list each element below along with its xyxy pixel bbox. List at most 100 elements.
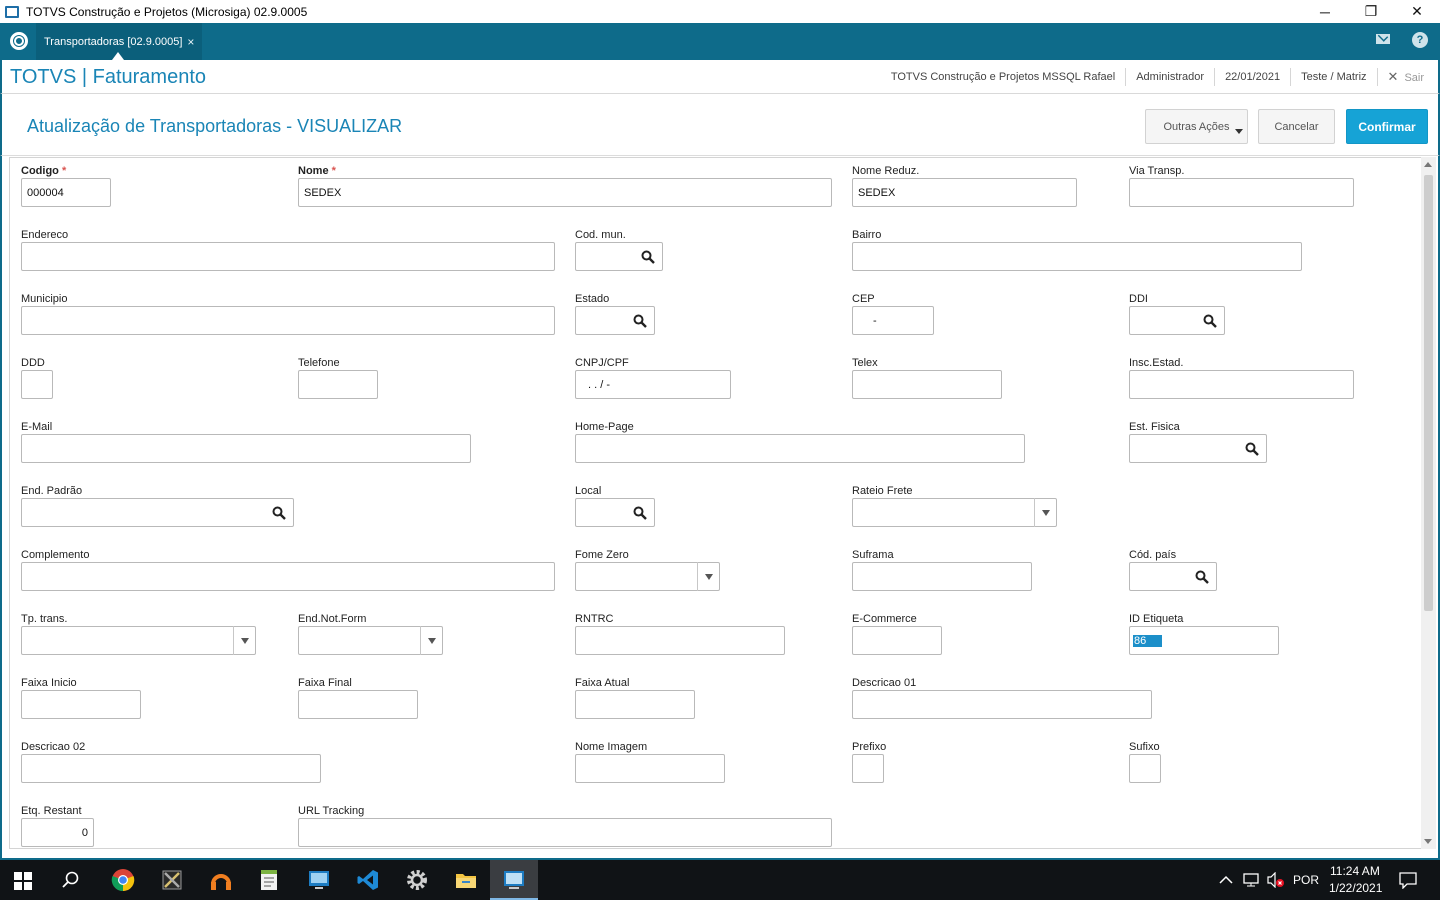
etq-restant-input[interactable]: 0	[21, 818, 94, 847]
windows-start-icon[interactable]	[14, 872, 32, 890]
id-etiqueta-input[interactable]: 86	[1129, 626, 1279, 655]
field-label: Nome Imagem	[575, 741, 648, 753]
codigo-input[interactable]: 000004	[21, 178, 111, 207]
more-actions-button[interactable]: Outras Ações	[1145, 109, 1248, 144]
suframa-input[interactable]	[852, 562, 1032, 591]
scroll-thumb[interactable]	[1424, 175, 1433, 611]
field-label: End. Padrão	[21, 485, 83, 497]
cancel-button[interactable]: Cancelar	[1258, 109, 1335, 144]
scroll-up-icon[interactable]	[1424, 162, 1432, 167]
os-taskbar: POR 11:24 AM 1/22/2021	[0, 860, 1440, 900]
search-icon[interactable]	[641, 250, 655, 264]
field-label: Insc.Estad.	[1129, 357, 1184, 369]
prefixo-input[interactable]	[852, 754, 884, 783]
faixa-inicio-input[interactable]	[21, 690, 141, 719]
search-icon[interactable]	[62, 871, 80, 889]
notepad-icon[interactable]	[258, 868, 282, 892]
telex-input[interactable]	[852, 370, 1002, 399]
descricao-02-input[interactable]	[21, 754, 321, 783]
chrome-icon[interactable]	[111, 868, 135, 892]
clock-date[interactable]: 1/22/2021	[1329, 881, 1382, 895]
nome-imagem-input[interactable]	[575, 754, 725, 783]
field-label: ID Etiqueta	[1129, 613, 1184, 625]
logout-label: Sair	[1404, 71, 1424, 84]
required-marker: *	[331, 165, 336, 177]
orange-app-icon[interactable]	[209, 868, 233, 892]
confirm-button[interactable]: Confirmar	[1346, 109, 1428, 144]
more-actions-label: Outras Ações	[1163, 120, 1230, 133]
branch-name[interactable]: Teste / Matriz	[1301, 71, 1366, 83]
email-input[interactable]	[21, 434, 471, 463]
chevron-down-icon[interactable]	[420, 626, 442, 655]
folder-icon[interactable]	[454, 868, 478, 892]
volume-muted-icon[interactable]	[1266, 872, 1286, 888]
page-title: Atualização de Transportadoras - VISUALI…	[27, 116, 403, 136]
endereco-input[interactable]	[21, 242, 555, 271]
language-indicator[interactable]: POR	[1293, 873, 1319, 887]
field-label: Prefixo	[852, 741, 887, 753]
nome-input[interactable]: SEDEX	[298, 178, 832, 207]
municipio-input[interactable]	[21, 306, 555, 335]
telefone-input[interactable]	[298, 370, 378, 399]
sufixo-input[interactable]	[1129, 754, 1161, 783]
remote-desktop-icon[interactable]	[307, 868, 331, 892]
field-label: Fome Zero	[575, 549, 629, 561]
field-label: Local	[575, 485, 602, 497]
vscode-icon[interactable]	[356, 868, 380, 892]
faixa-atual-input[interactable]	[575, 690, 695, 719]
notifications-icon[interactable]	[1398, 871, 1418, 889]
logout-button[interactable]: ✕ Sair	[1388, 69, 1424, 85]
ddd-input[interactable]	[21, 370, 53, 399]
window-title: TOTVS Construção e Projetos (Microsiga) …	[26, 4, 308, 19]
field-label: DDD	[21, 357, 45, 369]
complemento-input[interactable]	[21, 562, 555, 591]
rateio-frete-select[interactable]	[852, 498, 1057, 527]
tools-icon[interactable]	[160, 868, 184, 892]
search-icon[interactable]	[1245, 442, 1259, 456]
descricao-01-input[interactable]	[852, 690, 1152, 719]
nome-reduz-input[interactable]: SEDEX	[852, 178, 1077, 207]
search-icon[interactable]	[272, 506, 286, 520]
field-label: Faixa Inicio	[21, 677, 77, 689]
home-page-input[interactable]	[575, 434, 1025, 463]
minimize-button[interactable]: ─	[1302, 0, 1348, 23]
tab-close-icon[interactable]: ×	[187, 35, 194, 49]
chevron-down-icon[interactable]	[233, 626, 255, 655]
chevron-down-icon[interactable]	[697, 562, 719, 591]
chevron-up-icon[interactable]	[1219, 874, 1233, 886]
field-label: Descricao 01	[852, 677, 917, 689]
via-transp-input[interactable]	[1129, 178, 1354, 207]
search-icon[interactable]	[1195, 570, 1209, 584]
mail-icon[interactable]	[1376, 34, 1390, 44]
chevron-down-icon[interactable]	[1034, 498, 1056, 527]
active-taskbar-app[interactable]	[490, 860, 538, 900]
url-tracking-input[interactable]	[298, 818, 832, 847]
cnpj-cpf-input[interactable]: . . / -	[575, 370, 731, 399]
user-name[interactable]: Administrador	[1136, 71, 1204, 83]
network-icon[interactable]	[1242, 872, 1260, 888]
ecommerce-input[interactable]	[852, 626, 942, 655]
cep-input[interactable]: -	[852, 306, 934, 335]
close-window-button[interactable]: ✕	[1394, 0, 1440, 23]
field-label: Nome Reduz.	[852, 165, 920, 177]
insc-estad-input[interactable]	[1129, 370, 1354, 399]
gear-icon[interactable]	[405, 868, 429, 892]
bairro-input[interactable]	[852, 242, 1302, 271]
clock-time[interactable]: 11:24 AM	[1330, 864, 1380, 878]
divider	[1214, 67, 1216, 86]
totvs-logo-icon[interactable]	[10, 32, 28, 50]
restore-button[interactable]: ❐	[1348, 0, 1394, 23]
search-icon[interactable]	[1203, 314, 1217, 328]
company-name[interactable]: TOTVS Construção e Projetos MSSQL Rafael	[891, 71, 1115, 83]
system-date[interactable]: 22/01/2021	[1225, 71, 1280, 83]
form-scrollbar[interactable]	[1421, 157, 1436, 849]
search-icon[interactable]	[633, 314, 647, 328]
end-padrao-input[interactable]	[21, 498, 294, 527]
scroll-down-icon[interactable]	[1424, 839, 1432, 844]
faixa-final-input[interactable]	[298, 690, 418, 719]
rntrc-input[interactable]	[575, 626, 785, 655]
tp-trans-select[interactable]	[21, 626, 256, 655]
field-label: Complemento	[21, 549, 90, 561]
search-icon[interactable]	[633, 506, 647, 520]
help-icon[interactable]: ?	[1412, 32, 1428, 48]
